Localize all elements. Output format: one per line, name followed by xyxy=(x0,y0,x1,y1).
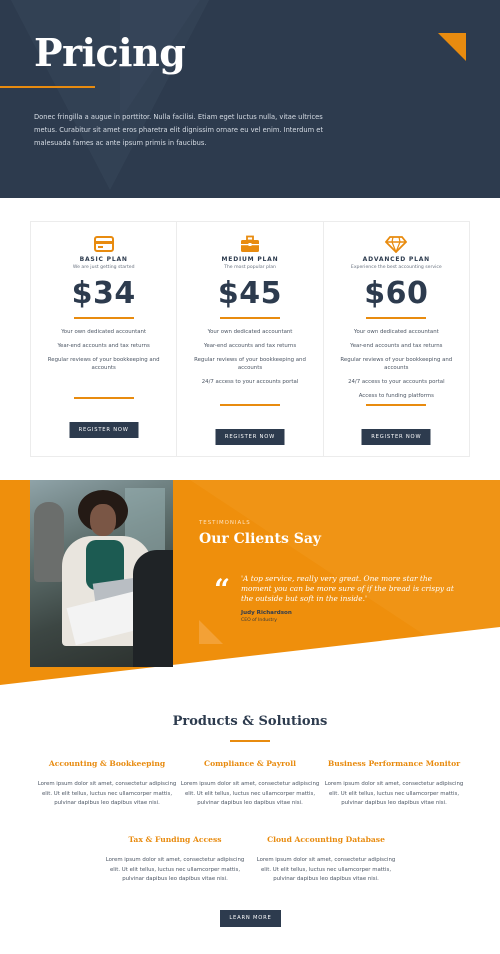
feature-item: Year-end accounts and tax returns xyxy=(350,342,443,349)
briefcase-icon xyxy=(239,235,261,253)
product-title[interactable]: Cloud Accounting Database xyxy=(256,835,396,844)
testimonials-title: Our Clients Say xyxy=(199,531,322,547)
feature-item: 24/7 access to your accounts portal xyxy=(348,378,445,385)
feature-item: Your own dedicated accountant xyxy=(61,328,147,335)
product-item: Cloud Accounting Database Lorem ipsum do… xyxy=(256,835,396,885)
product-title[interactable]: Accounting & Bookkeeping xyxy=(37,759,177,768)
hero-text: Donec fringilla a augue in porttitor. Nu… xyxy=(34,113,324,147)
feature-item: Access to funding platforms xyxy=(358,392,434,399)
plan-name: ADVANCED PLAN xyxy=(362,256,431,263)
plan-price: $34 xyxy=(71,276,136,311)
feature-list: Your own dedicated accountant Year-end a… xyxy=(177,325,322,389)
feature-item: Your own dedicated accountant xyxy=(207,328,293,335)
plan-name: BASIC PLAN xyxy=(79,256,128,263)
plan-price: $60 xyxy=(364,276,429,311)
feature-divider xyxy=(219,404,280,406)
plan-card-medium: MEDIUM PLAN The most popular plan $45 Yo… xyxy=(177,222,324,456)
product-text: Lorem ipsum dolor sit amet, consectetur … xyxy=(324,781,464,806)
register-button[interactable]: REGISTER NOW xyxy=(361,429,431,445)
product-title[interactable]: Compliance & Payroll xyxy=(180,759,320,768)
price-divider xyxy=(219,317,280,319)
diamond-icon xyxy=(385,235,408,254)
product-title[interactable]: Business Performance Monitor xyxy=(324,759,464,768)
testimonials-section: TESTIMONIALS Our Clients Say “ 'A top se… xyxy=(0,480,500,685)
feature-item: Regular reviews of your bookkeeping and … xyxy=(340,356,453,371)
plan-subtitle: Experience the best accounting service xyxy=(350,265,442,270)
register-button[interactable]: REGISTER NOW xyxy=(69,422,139,438)
feature-item: Year-end accounts and tax returns xyxy=(203,342,297,349)
price-divider xyxy=(366,317,427,319)
feature-list: Your own dedicated accountant Year-end a… xyxy=(31,325,176,375)
plan-card-basic: BASIC PLAN We are just getting started $… xyxy=(31,222,178,456)
feature-list: Your own dedicated accountant Year-end a… xyxy=(324,325,469,403)
product-text: Lorem ipsum dolor sit amet, consectetur … xyxy=(105,857,245,882)
testimonial-quote: 'A top service, really very great. One m… xyxy=(241,574,454,603)
product-item: Tax & Funding Access Lorem ipsum dolor s… xyxy=(105,835,245,885)
photo-person-foreground xyxy=(133,550,173,667)
register-button[interactable]: REGISTER NOW xyxy=(215,429,285,445)
testimonial-photo xyxy=(30,480,173,667)
products-divider xyxy=(230,740,270,742)
title-underline xyxy=(0,86,95,88)
product-text: Lorem ipsum dolor sit amet, consectetur … xyxy=(180,781,320,806)
corner-triangle-icon xyxy=(438,33,466,61)
learn-more-button[interactable]: LEARN MORE xyxy=(220,910,281,927)
feature-item: Regular reviews of your bookkeeping and … xyxy=(47,356,160,371)
feature-item: Year-end accounts and tax returns xyxy=(57,342,150,349)
plan-subtitle: The most popular plan xyxy=(224,265,276,270)
feature-item: Your own dedicated accountant xyxy=(353,328,439,335)
plan-subtitle: We are just getting started xyxy=(72,265,135,270)
product-text: Lorem ipsum dolor sit amet, consectetur … xyxy=(37,781,177,806)
quote-icon: “ xyxy=(214,573,231,606)
product-item: Accounting & Bookkeeping Lorem ipsum dol… xyxy=(37,759,177,809)
hero-section: Pricing Donec fringilla a augue in portt… xyxy=(0,0,500,198)
photo-person-background xyxy=(34,502,64,582)
feature-item: Regular reviews of your bookkeeping and … xyxy=(194,356,306,371)
photo-face xyxy=(90,504,116,536)
plan-card-advanced: ADVANCED PLAN Experience the best accoun… xyxy=(324,222,469,456)
product-text: Lorem ipsum dolor sit amet, consectetur … xyxy=(256,857,396,882)
testimonials-eyebrow: TESTIMONIALS xyxy=(199,520,251,526)
plan-price: $45 xyxy=(217,276,283,311)
product-item: Business Performance Monitor Lorem ipsum… xyxy=(324,759,464,809)
feature-item: 24/7 access to your accounts portal xyxy=(201,378,299,385)
product-title[interactable]: Tax & Funding Access xyxy=(105,835,245,844)
testimonial-author: Judy Richardson xyxy=(241,610,292,616)
feature-divider xyxy=(73,397,134,399)
price-divider xyxy=(73,317,134,319)
feature-divider xyxy=(366,404,427,406)
plan-name: MEDIUM PLAN xyxy=(221,256,279,263)
credit-card-icon xyxy=(93,235,115,253)
testimonial-role: CEO of Industry xyxy=(241,618,277,623)
pricing-table: BASIC PLAN We are just getting started $… xyxy=(30,221,470,457)
product-item: Compliance & Payroll Lorem ipsum dolor s… xyxy=(180,759,320,809)
products-title: Products & Solutions xyxy=(172,714,328,729)
page-title: Pricing xyxy=(34,30,186,75)
